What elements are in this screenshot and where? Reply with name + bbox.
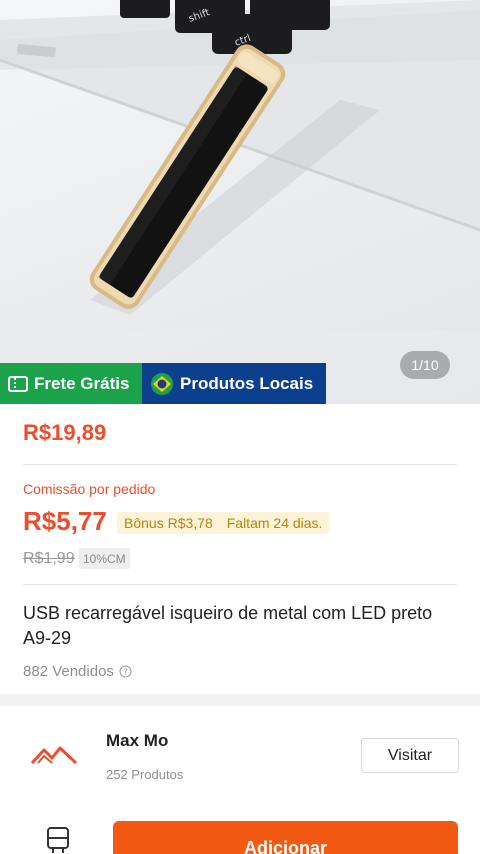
brazil-flag-icon: [150, 372, 174, 396]
section-gap: [0, 694, 480, 706]
commission-label: Comissão por pedido: [23, 481, 156, 497]
add-button[interactable]: Adicionar: [113, 821, 458, 854]
store-icon[interactable]: [45, 825, 71, 854]
divider: [23, 584, 457, 585]
product-photo: shift ctrl: [0, 0, 480, 404]
days-left: Faltam 24 dias.: [226, 515, 323, 531]
store-name[interactable]: Max Mo: [106, 731, 168, 751]
info-icon[interactable]: ?: [119, 665, 132, 678]
store-product-count: 252 Produtos: [106, 767, 184, 782]
bonus-amount: Bônus R$3,78: [124, 515, 213, 531]
image-page-counter: 1/10: [400, 351, 450, 379]
free-shipping-badge: Frete Grátis: [0, 363, 142, 404]
product-image-gallery[interactable]: shift ctrl 1/10: [0, 0, 480, 404]
free-shipping-label: Frete Grátis: [34, 373, 130, 393]
shipping-badges: Frete Grátis Produtos Locais: [0, 363, 326, 404]
store-logo[interactable]: [30, 738, 80, 772]
sold-count: 882 Vendidos ?: [23, 663, 132, 680]
ticket-icon: [8, 375, 28, 393]
product-price: R$19,89: [23, 420, 107, 445]
visit-store-button[interactable]: Visitar: [361, 738, 459, 773]
divider: [23, 464, 457, 465]
commission-value: R$5,77: [23, 506, 107, 536]
product-title: USB recarregável isqueiro de metal com L…: [23, 603, 433, 648]
local-products-label: Produtos Locais: [180, 373, 314, 393]
svg-text:?: ?: [123, 668, 127, 677]
old-price: R$1,99: [23, 550, 75, 567]
bonus-tag: Bônus R$3,78 Faltam 24 dias.: [117, 512, 330, 534]
local-products-badge: Produtos Locais: [142, 363, 326, 404]
commission-rate-tag: 10%CM: [79, 548, 130, 569]
sold-count-label: 882 Vendidos: [23, 663, 114, 680]
product-page: shift ctrl 1/10 Frete Grátis Produtos Lo…: [0, 0, 480, 854]
